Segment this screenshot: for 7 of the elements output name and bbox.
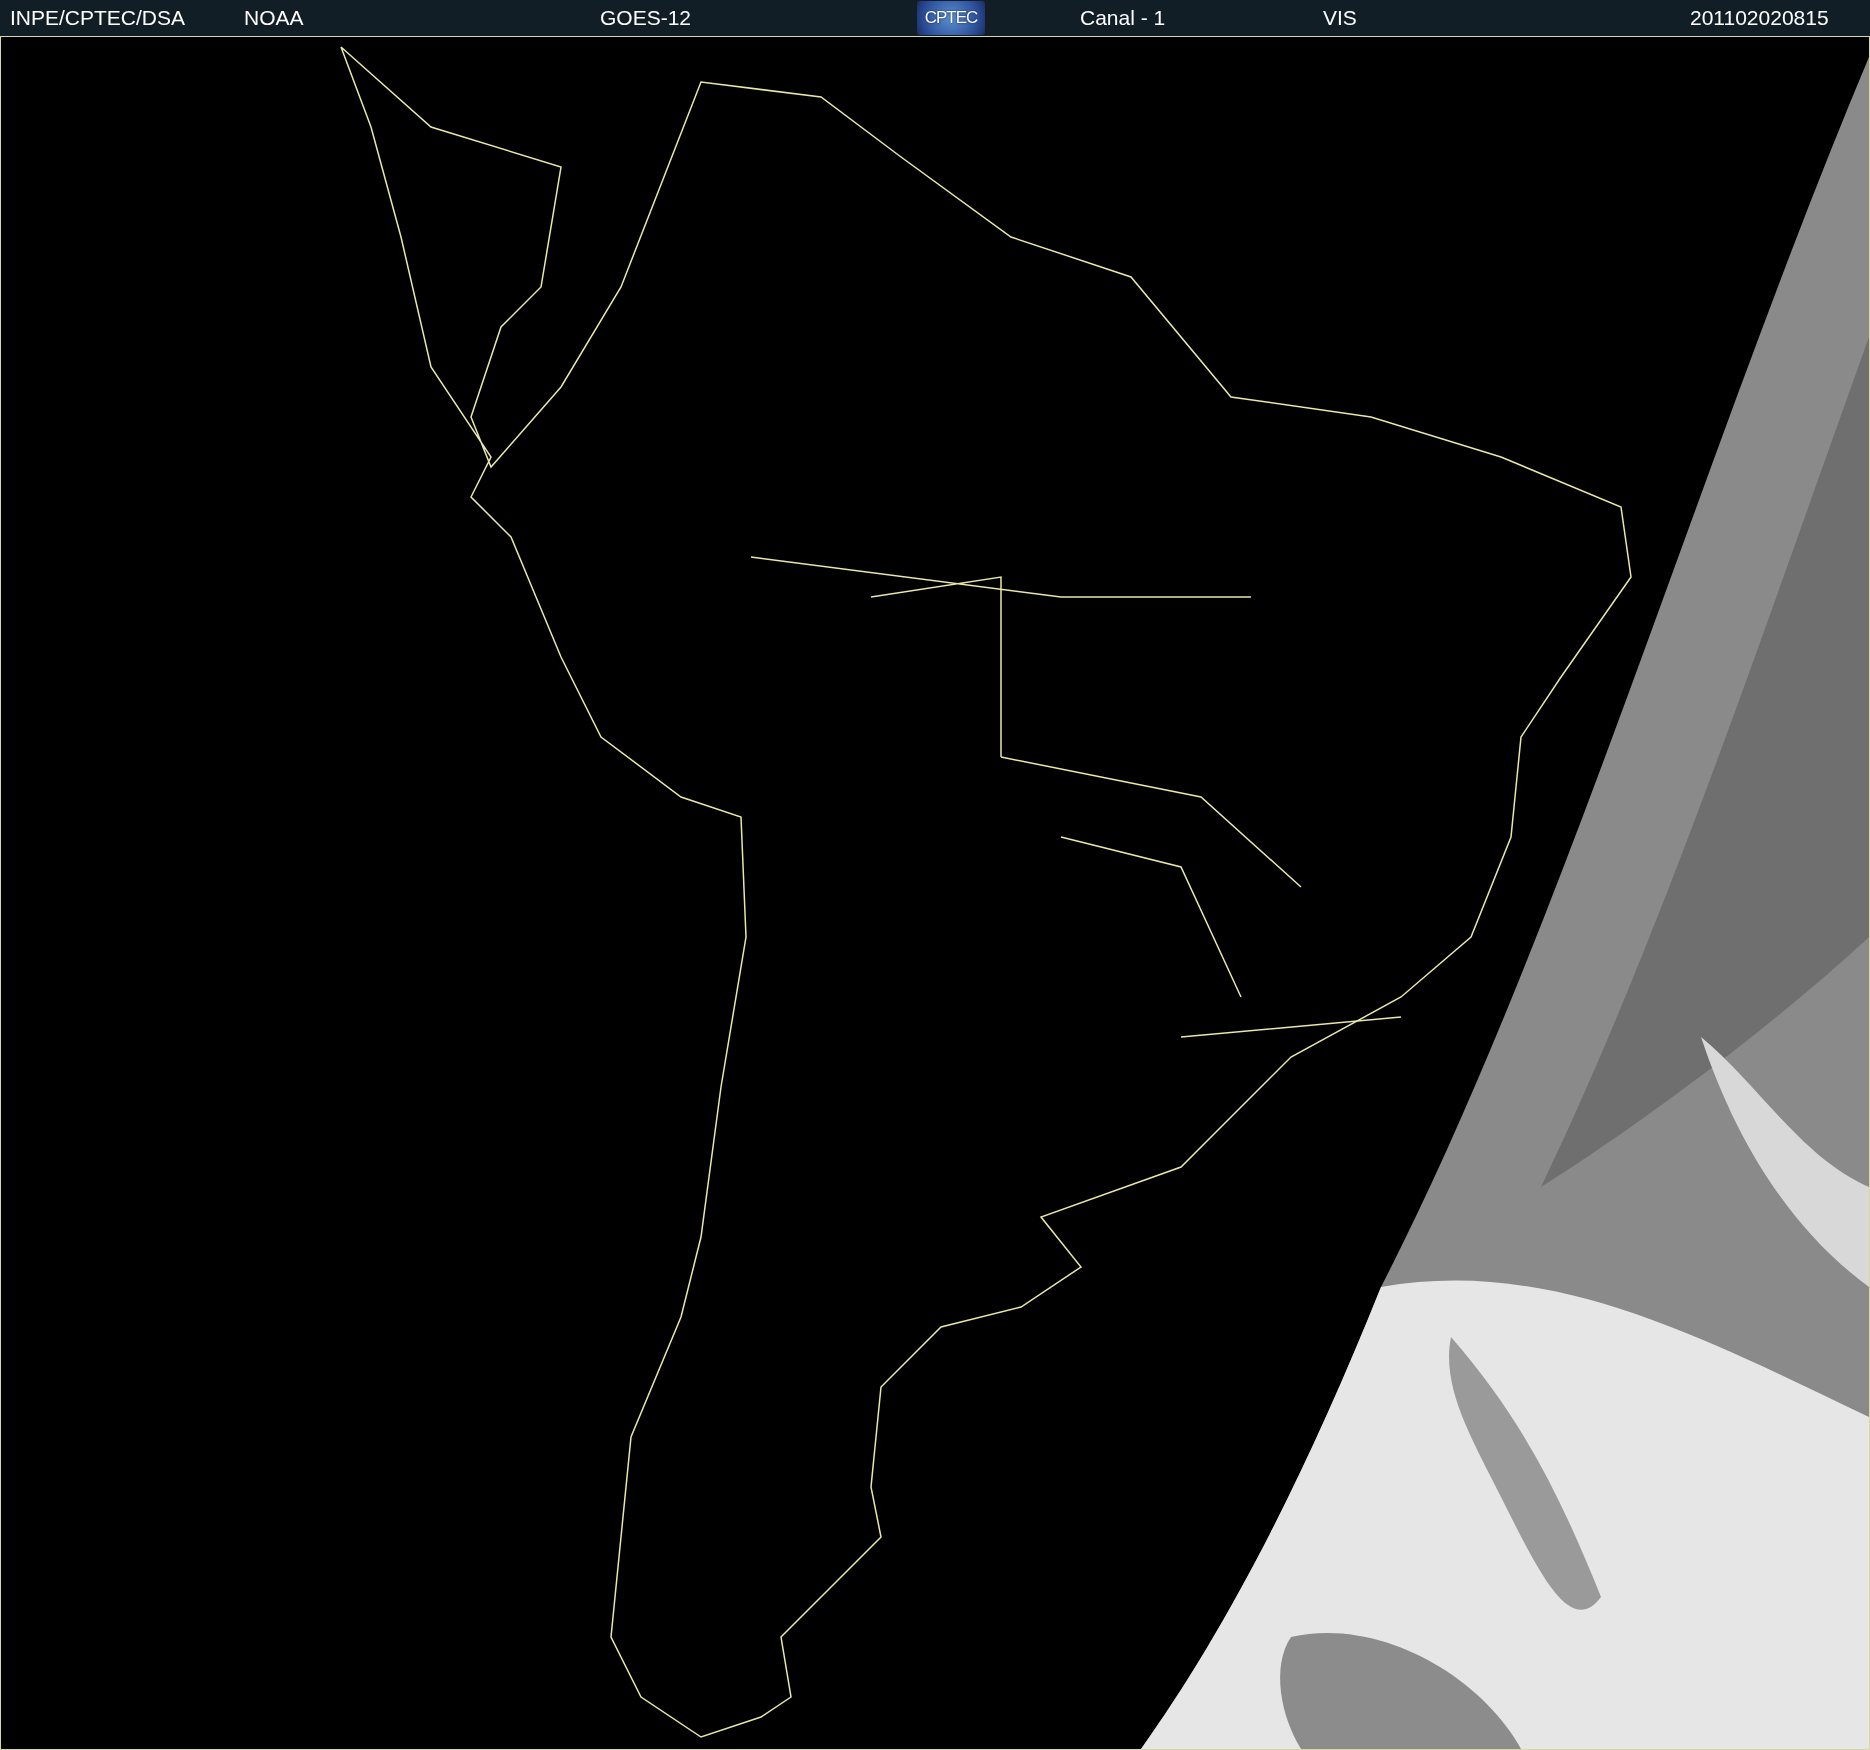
logo: CPTEC (917, 1, 985, 35)
header-label: VIS (1323, 6, 1357, 30)
header-label: Canal - 1 (1080, 6, 1166, 30)
header-label: NOAA (244, 6, 304, 30)
header-label: INPE/CPTEC/DSA (10, 6, 186, 30)
header-label: 201102020815 (1690, 6, 1829, 30)
header-label: GOES-12 (600, 6, 692, 30)
